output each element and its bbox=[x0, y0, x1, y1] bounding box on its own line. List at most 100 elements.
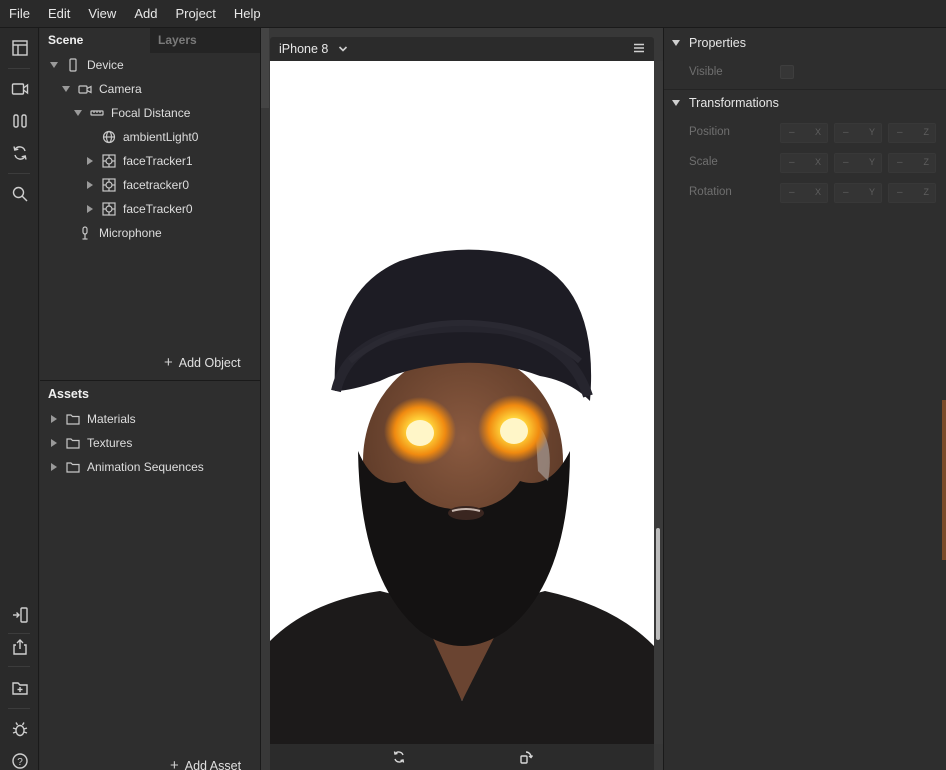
refresh-icon[interactable] bbox=[0, 138, 39, 168]
menu-icon[interactable] bbox=[633, 42, 645, 57]
menu-view[interactable]: View bbox=[79, 0, 125, 28]
columns-icon[interactable] bbox=[0, 106, 39, 136]
viewport-scrollbar-track[interactable] bbox=[654, 61, 663, 744]
visible-checkbox[interactable] bbox=[780, 65, 794, 79]
menu-project[interactable]: Project bbox=[166, 0, 224, 28]
scene-panel: Scene Layers Device Camera Focal Distanc… bbox=[40, 28, 261, 380]
rotation-y-field[interactable]: – Y bbox=[834, 183, 882, 203]
tree-item-label: Device bbox=[87, 58, 124, 72]
tree-item-microphone[interactable]: Microphone bbox=[77, 221, 162, 245]
rotation-z-field[interactable]: – Z bbox=[888, 183, 936, 203]
microphone-icon bbox=[77, 225, 93, 241]
add-asset-label: Add Asset bbox=[184, 758, 242, 770]
viewport-footer bbox=[270, 744, 654, 770]
rotate-device-icon[interactable] bbox=[517, 748, 535, 766]
visible-label: Visible bbox=[689, 66, 723, 78]
expanded-arrow-icon[interactable] bbox=[61, 84, 71, 94]
globe-icon bbox=[101, 129, 117, 145]
video-camera-icon[interactable] bbox=[0, 74, 39, 104]
tree-item-facetracker1[interactable]: faceTracker1 bbox=[85, 149, 193, 173]
toolbar-divider bbox=[8, 666, 30, 667]
viewport-scrollbar-thumb[interactable] bbox=[656, 528, 660, 640]
position-x-field[interactable]: – X bbox=[780, 123, 828, 143]
tree-item-label: facetracker0 bbox=[123, 178, 190, 192]
menu-file[interactable]: File bbox=[0, 0, 39, 28]
camera-icon bbox=[77, 81, 93, 97]
asset-folder-label: Textures bbox=[87, 436, 133, 450]
tree-item-ambientlight0[interactable]: ambientLight0 bbox=[101, 125, 198, 149]
asset-folder-animation-sequences[interactable]: Animation Sequences bbox=[49, 455, 204, 479]
transformations-section-header[interactable]: Transformations bbox=[672, 96, 779, 110]
menu-add[interactable]: Add bbox=[125, 0, 166, 28]
scale-y-field[interactable]: – Y bbox=[834, 153, 882, 173]
help-icon[interactable]: ? bbox=[0, 746, 39, 770]
device-connect-icon[interactable] bbox=[0, 600, 39, 630]
tree-item-focal-distance[interactable]: Focal Distance bbox=[73, 101, 190, 125]
viewport-background bbox=[261, 28, 269, 108]
ruler-icon bbox=[89, 105, 105, 121]
tree-item-label: faceTracker0 bbox=[123, 202, 193, 216]
section-divider bbox=[664, 89, 946, 90]
properties-section-header[interactable]: Properties bbox=[672, 36, 746, 50]
asset-folder-label: Animation Sequences bbox=[87, 460, 204, 474]
position-y-field[interactable]: – Y bbox=[834, 123, 882, 143]
menu-edit[interactable]: Edit bbox=[39, 0, 79, 28]
menu-bar: File Edit View Add Project Help bbox=[0, 0, 946, 28]
add-folder-icon[interactable] bbox=[0, 673, 39, 703]
left-toolbar: ? bbox=[0, 28, 39, 770]
tree-item-label: Camera bbox=[99, 82, 142, 96]
tree-item-facetracker0-b[interactable]: faceTracker0 bbox=[85, 197, 193, 221]
layout-icon[interactable] bbox=[0, 33, 39, 63]
asset-folder-label: Materials bbox=[87, 412, 136, 426]
scale-z-field[interactable]: – Z bbox=[888, 153, 936, 173]
tree-item-facetracker0-a[interactable]: facetracker0 bbox=[85, 173, 189, 197]
chevron-down-icon bbox=[339, 46, 348, 52]
window-edge bbox=[942, 400, 946, 560]
asset-folder-textures[interactable]: Textures bbox=[49, 431, 132, 455]
rotation-x-field[interactable]: – X bbox=[780, 183, 828, 203]
search-icon[interactable] bbox=[0, 179, 39, 209]
tree-item-label: Microphone bbox=[99, 226, 162, 240]
expanded-arrow-icon[interactable] bbox=[49, 60, 59, 70]
face-tracker-icon bbox=[101, 177, 117, 193]
plus-icon: + bbox=[170, 757, 179, 770]
expanded-arrow-icon[interactable] bbox=[73, 108, 83, 118]
camera-preview-image bbox=[270, 249, 654, 744]
device-dropdown[interactable]: iPhone 8 bbox=[279, 42, 348, 56]
tree-item-device[interactable]: Device bbox=[49, 53, 124, 77]
properties-panel: Properties Visible Transformations Posit… bbox=[663, 28, 946, 770]
collapsed-arrow-icon[interactable] bbox=[85, 156, 95, 166]
rotate-camera-icon[interactable] bbox=[390, 748, 408, 766]
camera-preview[interactable] bbox=[270, 61, 654, 744]
viewport: iPhone 8 bbox=[261, 28, 663, 770]
position-label: Position bbox=[689, 126, 730, 138]
collapsed-arrow-icon[interactable] bbox=[85, 180, 95, 190]
svg-text:?: ? bbox=[17, 757, 23, 768]
rotation-label: Rotation bbox=[689, 186, 732, 198]
add-object-button[interactable]: + Add Object bbox=[164, 354, 241, 371]
asset-folder-materials[interactable]: Materials bbox=[49, 407, 136, 431]
toolbar-divider bbox=[8, 68, 30, 69]
plus-icon: + bbox=[164, 354, 173, 371]
face-tracker-icon bbox=[101, 201, 117, 217]
toolbar-divider bbox=[8, 173, 30, 174]
collapsed-arrow-icon[interactable] bbox=[85, 204, 95, 214]
tab-scene[interactable]: Scene bbox=[40, 28, 150, 53]
transformations-title: Transformations bbox=[689, 96, 779, 110]
phone-icon bbox=[65, 57, 81, 73]
menu-help[interactable]: Help bbox=[225, 0, 270, 28]
properties-title: Properties bbox=[689, 36, 746, 50]
toolbar-divider bbox=[8, 708, 30, 709]
tree-item-camera[interactable]: Camera bbox=[61, 77, 142, 101]
scene-tabs: Scene Layers bbox=[40, 28, 260, 53]
collapsed-arrow-icon[interactable] bbox=[49, 414, 59, 424]
position-z-field[interactable]: – Z bbox=[888, 123, 936, 143]
collapsed-arrow-icon[interactable] bbox=[49, 438, 59, 448]
bug-icon[interactable] bbox=[0, 714, 39, 744]
share-icon[interactable] bbox=[0, 632, 39, 662]
scale-x-field[interactable]: – X bbox=[780, 153, 828, 173]
collapsed-arrow-icon[interactable] bbox=[49, 462, 59, 472]
add-asset-button[interactable]: + Add Asset bbox=[170, 757, 241, 770]
folder-icon bbox=[65, 459, 81, 475]
tab-layers[interactable]: Layers bbox=[150, 28, 260, 53]
